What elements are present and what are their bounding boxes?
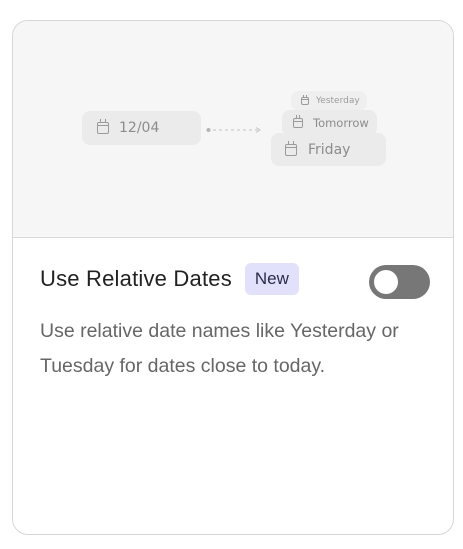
toggle-knob <box>374 270 398 294</box>
relative-dates-toggle[interactable] <box>369 265 430 299</box>
relative-option-label: Yesterday <box>316 96 360 106</box>
relative-option-label: Friday <box>308 141 351 158</box>
setting-description: Use relative date names like Yesterday o… <box>40 320 399 377</box>
relative-option-label: Tomorrow <box>313 116 369 130</box>
calendar-icon <box>97 119 109 134</box>
new-badge: New <box>244 263 299 295</box>
setting-header: Use Relative Dates New <box>40 263 299 295</box>
relative-option-chip: Friday <box>271 133 386 166</box>
calendar-icon <box>301 95 309 105</box>
setting-title: Use Relative Dates <box>40 266 232 291</box>
calendar-icon <box>293 115 303 128</box>
setting-card: 12/04 Yesterday Tomorrow Friday Use Rela… <box>12 20 454 535</box>
preview-illustration: 12/04 Yesterday Tomorrow Friday <box>13 21 453 238</box>
dashed-arrow <box>206 127 261 133</box>
relative-option-chip: Yesterday <box>291 91 367 111</box>
source-date-chip: 12/04 <box>82 111 201 145</box>
source-date-label: 12/04 <box>119 120 160 136</box>
calendar-icon <box>285 140 297 156</box>
